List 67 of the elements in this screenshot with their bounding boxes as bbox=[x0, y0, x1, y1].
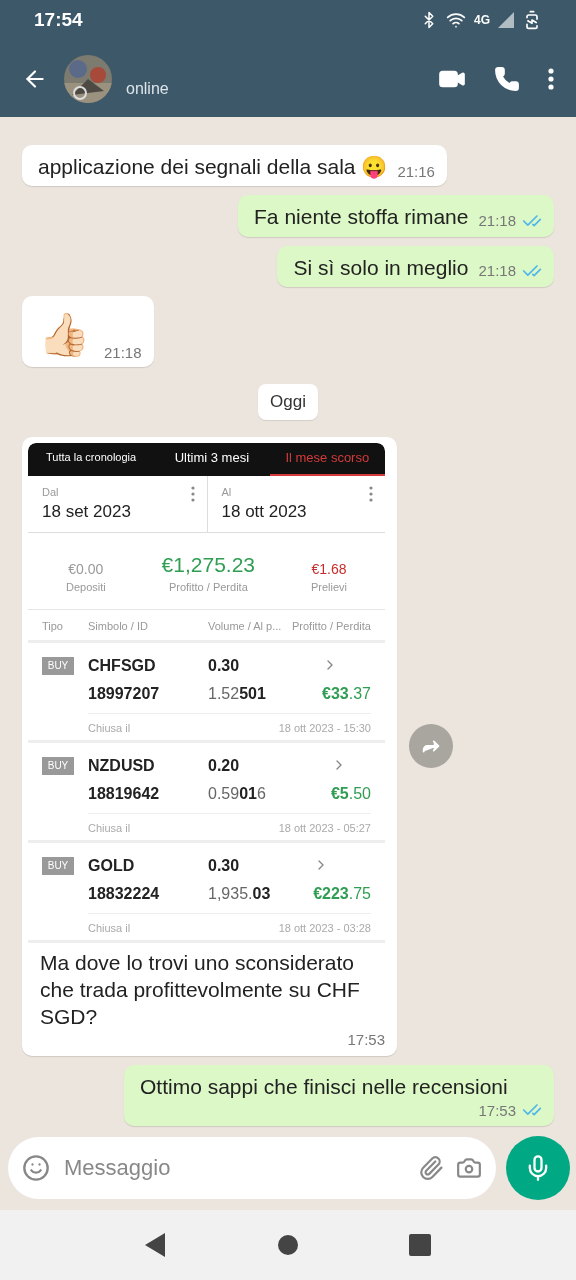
signal-icon bbox=[498, 12, 514, 28]
message-input-field[interactable]: Messaggio bbox=[8, 1137, 496, 1199]
status-time: 17:54 bbox=[34, 9, 83, 31]
message-time: 17:53 bbox=[347, 1030, 385, 1048]
trade-price: 1,935.03 bbox=[208, 884, 272, 903]
trade-volume: 0.20 bbox=[208, 756, 241, 775]
summary-value: €1,275.23 bbox=[161, 552, 256, 577]
trade-price: 1.52501 bbox=[208, 684, 267, 703]
message-time: 21:18 bbox=[104, 343, 142, 361]
contact-status: online bbox=[126, 79, 170, 98]
closed-date: 18 ott 2023 - 03:28 bbox=[278, 921, 371, 934]
more-icon bbox=[369, 485, 373, 502]
message-text: Ma dove lo trovi uno sconsiderato che trada profittevolmente su CHF SGD? bbox=[40, 949, 361, 1031]
trade-symbol: GOLD bbox=[88, 856, 136, 875]
trade-symbol: NZDUSD bbox=[88, 756, 156, 775]
message-time: 17:53 bbox=[478, 1101, 516, 1119]
trade-price: 0.59016 bbox=[208, 784, 267, 803]
more-icon bbox=[548, 67, 554, 90]
more-icon bbox=[190, 485, 195, 502]
message-text: Ottimo sappi che finisci nelle recensioni bbox=[140, 1073, 508, 1100]
closed-date: 18 ott 2023 - 05:27 bbox=[278, 821, 371, 834]
date-label: Al bbox=[221, 485, 233, 498]
message-text: applicazione dei segnali della sala 😛 bbox=[38, 153, 388, 181]
column-header: Volume / Al p... bbox=[208, 619, 283, 632]
period-tab[interactable]: Tutta la cronologia bbox=[28, 442, 155, 476]
message-time: 21:18 bbox=[478, 262, 516, 280]
network-type: 4G bbox=[474, 13, 490, 27]
summary-value: €1.68 bbox=[311, 560, 347, 577]
trade-type-badge: BUY bbox=[42, 756, 74, 775]
trade-symbol: CHFSGD bbox=[88, 656, 157, 675]
trade-profit: €223.75 bbox=[313, 884, 371, 903]
trade-volume: 0.30 bbox=[208, 856, 241, 875]
date-value: 18 set 2023 bbox=[42, 501, 132, 522]
message-time: 21:16 bbox=[397, 163, 435, 181]
date-value: 18 ott 2023 bbox=[221, 501, 308, 522]
attach-icon[interactable] bbox=[418, 1155, 444, 1181]
trade-profit: €5.50 bbox=[330, 784, 371, 803]
trade-volume: 0.30 bbox=[208, 656, 241, 675]
trade-id: 18997207 bbox=[88, 684, 161, 703]
date-chip: Oggi bbox=[258, 383, 318, 420]
period-tab[interactable]: Il mese scorso bbox=[269, 442, 385, 476]
message-text: Si sì solo in meglio bbox=[293, 254, 469, 281]
emoji-message: 👍🏻 bbox=[38, 309, 91, 360]
trade-type-badge: BUY bbox=[42, 656, 74, 675]
closed-label: Chiusa il bbox=[88, 821, 131, 834]
trade-id: 18832224 bbox=[88, 884, 161, 903]
summary-label: Prelievi bbox=[310, 580, 348, 593]
summary-label: Profitto / Perdita bbox=[168, 580, 248, 593]
message-time: 21:18 bbox=[478, 212, 516, 229]
wifi-icon bbox=[446, 10, 466, 30]
summary-label: Depositi bbox=[65, 580, 106, 593]
period-tab[interactable]: Ultimi 3 mesi bbox=[154, 442, 270, 476]
column-header: Tipo bbox=[42, 619, 64, 632]
closed-date: 18 ott 2023 - 15:30 bbox=[278, 721, 371, 734]
trade-id: 18819642 bbox=[88, 784, 161, 803]
summary-value: €0.00 bbox=[68, 560, 104, 577]
trade-type-badge: BUY bbox=[42, 856, 74, 875]
emoji-icon[interactable] bbox=[22, 1154, 50, 1182]
date-label: Dal bbox=[42, 485, 60, 498]
column-header: Profitto / Perdita bbox=[292, 619, 372, 632]
column-header: Simbolo / ID bbox=[88, 619, 149, 632]
closed-label: Chiusa il bbox=[88, 921, 131, 934]
message-text: Fa niente stoffa rimane bbox=[254, 204, 469, 231]
closed-label: Chiusa il bbox=[88, 721, 131, 734]
camera-icon[interactable] bbox=[456, 1155, 482, 1181]
phone-icon bbox=[494, 65, 520, 92]
trade-profit: €33.37 bbox=[322, 684, 371, 703]
